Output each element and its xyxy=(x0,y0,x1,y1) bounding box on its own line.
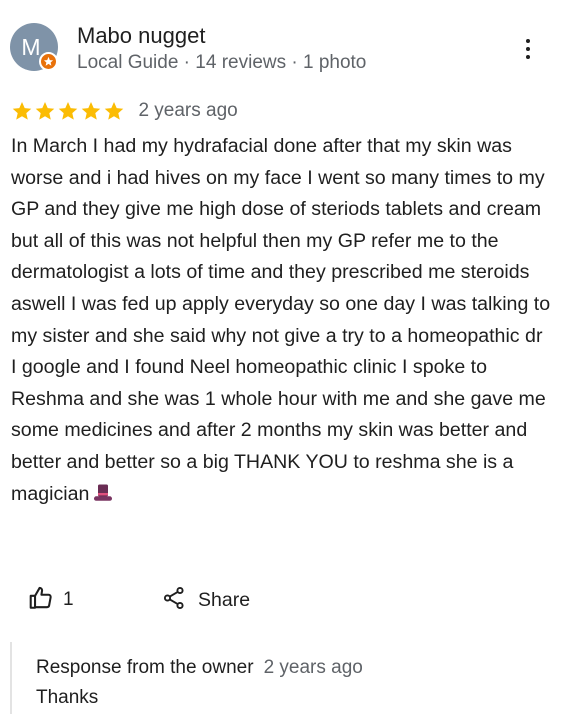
rating-row: 2 years ago xyxy=(11,99,238,123)
like-count: 1 xyxy=(63,589,74,610)
star-icon xyxy=(12,102,32,120)
share-icon xyxy=(162,585,186,616)
owner-response-title: Response from the owner xyxy=(36,657,254,678)
owner-response: Response from the owner 2 years ago Thank… xyxy=(10,642,558,714)
owner-response-text: Thanks xyxy=(36,687,99,708)
share-button[interactable]: Share xyxy=(162,584,250,616)
share-label: Share xyxy=(198,588,251,611)
review-text: In March I had my hydrafacial done after… xyxy=(11,131,551,513)
reviewer-meta: Local Guide · 14 reviews · 1 photo xyxy=(77,52,367,73)
review-actions: 1 Share xyxy=(28,584,328,616)
star-rating xyxy=(11,100,126,122)
review-body: In March I had my hydrafacial done after… xyxy=(11,135,556,505)
more-vertical-icon-dot xyxy=(526,55,530,59)
avatar[interactable]: M xyxy=(10,23,58,71)
review-header: M Mabo nugget Local Guide · 14 reviews ·… xyxy=(10,22,556,74)
review-date: 2 years ago xyxy=(138,100,238,121)
star-icon xyxy=(35,102,55,120)
owner-response-date: 2 years ago xyxy=(263,657,363,678)
star-icon xyxy=(81,102,101,120)
owner-response-header: Response from the owner 2 years ago xyxy=(36,657,363,679)
more-vertical-icon xyxy=(526,39,530,43)
more-options-button[interactable] xyxy=(510,32,546,68)
star-icon xyxy=(104,102,124,120)
star-icon xyxy=(58,102,78,120)
like-button[interactable]: 1 xyxy=(28,584,74,616)
local-guide-badge-icon xyxy=(39,52,58,71)
top-hat-emoji-icon xyxy=(93,482,113,514)
reviewer-name[interactable]: Mabo nugget xyxy=(77,23,205,49)
thumbs-up-icon xyxy=(28,585,54,616)
more-vertical-icon-dot xyxy=(526,47,530,51)
